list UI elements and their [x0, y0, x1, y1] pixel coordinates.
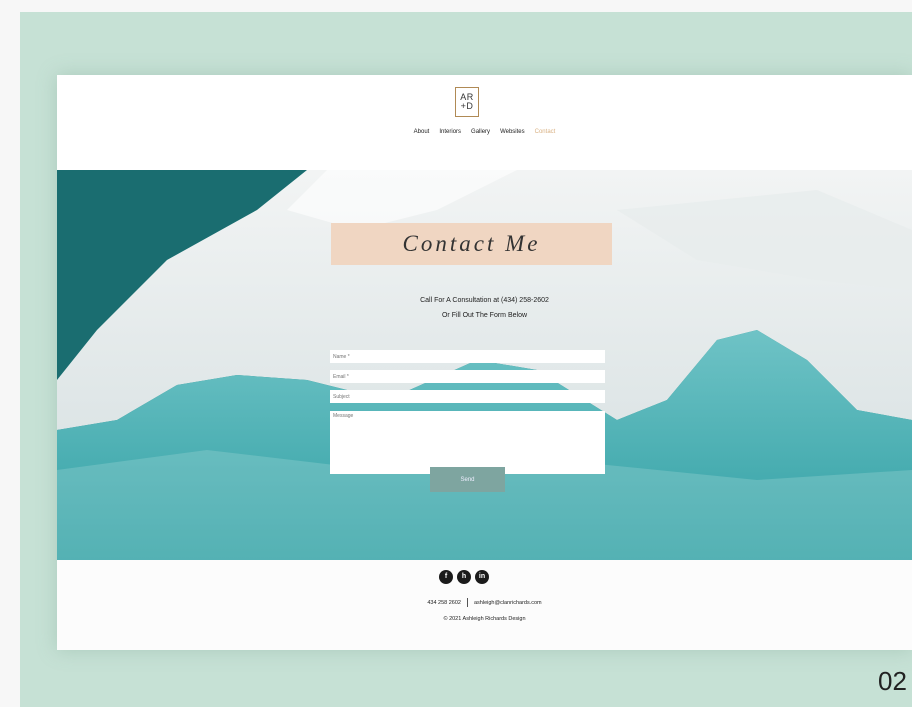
subject-input[interactable] — [330, 390, 605, 403]
footer-contact: 434 258 2602 ashleigh@clanrichards.com — [57, 598, 912, 607]
name-input[interactable] — [330, 350, 605, 363]
subtitle-line-1: Call For A Consultation at (434) 258-260… — [420, 297, 549, 304]
nav-item-contact[interactable]: Contact — [535, 129, 556, 135]
footer-email[interactable]: ashleigh@clanrichards.com — [474, 600, 542, 606]
logo-line2: +D — [460, 101, 474, 111]
houzz-icon[interactable]: h — [457, 570, 471, 584]
website-preview: AR +D About Interiors Gallery Websites C… — [57, 75, 912, 650]
message-textarea[interactable] — [330, 411, 605, 474]
page-title: Contact Me — [402, 231, 541, 256]
title-banner: Contact Me — [331, 223, 612, 265]
nav-item-interiors[interactable]: Interiors — [439, 129, 461, 135]
hero-section: Contact Me Call For A Consultation at (4… — [57, 170, 912, 560]
divider — [467, 598, 468, 607]
slide-number: 02 — [878, 666, 907, 696]
nav-item-gallery[interactable]: Gallery — [471, 129, 490, 135]
email-input[interactable] — [330, 370, 605, 383]
footer-phone[interactable]: 434 258 2602 — [427, 600, 461, 606]
brand-logo[interactable]: AR +D — [455, 87, 479, 117]
send-button[interactable]: Send — [430, 467, 505, 492]
site-footer: f h in 434 258 2602 ashleigh@clanrichards… — [57, 560, 912, 650]
linkedin-icon[interactable]: in — [475, 570, 489, 584]
copyright: © 2021 Ashleigh Richards Design — [443, 616, 526, 622]
nav-item-websites[interactable]: Websites — [500, 129, 525, 135]
social-links: f h in — [439, 570, 489, 584]
nav-item-about[interactable]: About — [414, 129, 430, 135]
main-nav: About Interiors Gallery Websites Contact — [57, 129, 912, 135]
facebook-icon[interactable]: f — [439, 570, 453, 584]
subtitle-line-2: Or Fill Out The Form Below — [441, 312, 528, 319]
